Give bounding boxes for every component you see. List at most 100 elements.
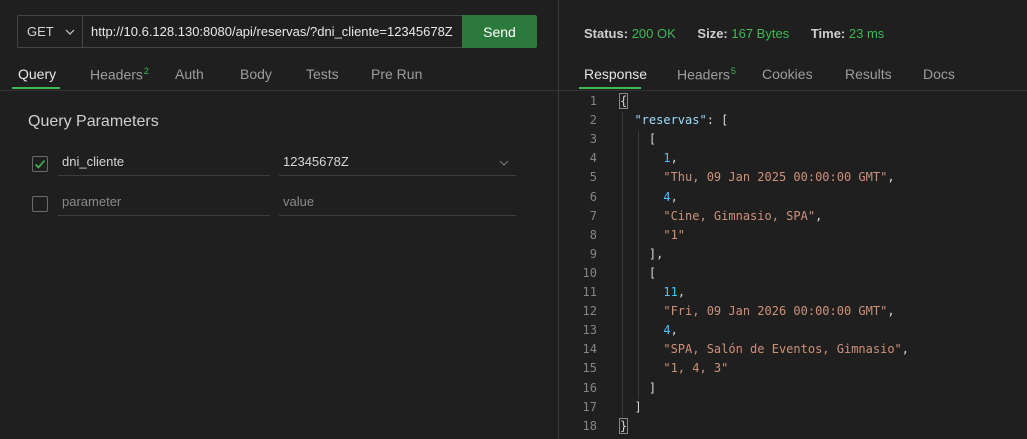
- code-line: 4 1,: [559, 149, 1027, 168]
- code-token: }: [618, 417, 629, 434]
- url-input[interactable]: http://10.6.128.130:8080/api/reservas/?d…: [82, 15, 463, 48]
- param-enabled-checkbox[interactable]: [32, 156, 48, 172]
- response-status-line: Status: 200 OK Size: 167 Bytes Time: 23 …: [584, 26, 884, 41]
- code-token: ,: [670, 189, 678, 204]
- tab-label: Docs: [923, 66, 955, 82]
- tab-badge: 5: [730, 66, 736, 76]
- size-value: 167 Bytes: [731, 26, 790, 41]
- tab-tests[interactable]: Tests: [306, 66, 339, 82]
- tab-label: Tests: [306, 66, 339, 82]
- code-text: 11,: [620, 285, 685, 299]
- tab-label: Response: [584, 66, 648, 82]
- code-line: 10 [: [559, 264, 1027, 283]
- code-token: ,: [670, 151, 678, 166]
- query-parameters-title: Query Parameters: [28, 113, 159, 130]
- method-label: GET: [27, 24, 54, 39]
- code-text: 4,: [620, 189, 678, 204]
- line-number: 12: [582, 304, 597, 319]
- chevron-down-icon: [65, 29, 75, 35]
- tab-body[interactable]: Body: [240, 66, 272, 82]
- line-number: 1: [589, 94, 597, 108]
- tab-docs[interactable]: Docs: [923, 66, 955, 82]
- code-token: "Thu, 09 Jan 2025 00:00:00 GMT": [663, 170, 888, 185]
- code-text: "Thu, 09 Jan 2025 00:00:00 GMT",: [620, 170, 894, 185]
- code-token: {: [618, 93, 629, 109]
- tab-response[interactable]: Response: [584, 66, 647, 82]
- param-name-field[interactable]: dni_cliente: [58, 148, 270, 176]
- status-value: 200 OK: [631, 26, 676, 41]
- code-token: "Fri, 09 Jan 2026 00:00:00 GMT": [663, 304, 888, 319]
- code-token: [: [620, 132, 657, 147]
- code-line: 14 "SPA, Salón de Eventos, Gimnasio",: [559, 340, 1027, 359]
- request-tabs: Query Headers2 Auth Body Tests Pre Run: [0, 60, 558, 91]
- code-line: 8 "1": [559, 226, 1027, 245]
- code-token: ],: [620, 246, 664, 261]
- code-token: 11: [663, 285, 678, 299]
- code-text: "reservas": [: [620, 113, 728, 127]
- code-text: "SPA, Salón de Eventos, Gimnasio",: [620, 342, 909, 356]
- code-token: 1: [663, 151, 671, 166]
- tab-label: Headers: [90, 66, 143, 83]
- tab-cookies[interactable]: Cookies: [762, 66, 813, 82]
- code-token: ]: [620, 399, 642, 414]
- method-select[interactable]: GET: [17, 15, 83, 48]
- code-text: "Cine, Gimnasio, SPA",: [620, 209, 822, 223]
- param-row: parameter value: [28, 188, 518, 220]
- tab-badge: 2: [143, 66, 149, 76]
- code-line: 16 ]: [559, 379, 1027, 398]
- code-line: 17 ]: [559, 398, 1027, 417]
- code-line: 2 "reservas": [: [559, 111, 1027, 130]
- line-number: 15: [582, 361, 597, 376]
- send-button[interactable]: Send: [462, 15, 537, 48]
- param-value-input[interactable]: value: [279, 188, 516, 216]
- code-line: 12 "Fri, 09 Jan 2026 00:00:00 GMT",: [559, 302, 1027, 321]
- code-text: ]: [620, 381, 656, 395]
- line-number: 16: [582, 380, 597, 395]
- tab-results[interactable]: Results: [845, 66, 892, 82]
- code-text: "Fri, 09 Jan 2026 00:00:00 GMT",: [620, 304, 895, 319]
- code-text: }: [618, 417, 629, 434]
- time-label: Time:: [810, 26, 846, 41]
- tab-pre-run[interactable]: Pre Run: [371, 66, 422, 82]
- active-tab-indicator: [579, 87, 641, 89]
- line-number: 3: [589, 132, 597, 147]
- code-text: 4,: [620, 323, 677, 337]
- url-text: http://10.6.128.130:8080/api/reservas/?d…: [91, 24, 453, 39]
- code-token: ,: [677, 285, 686, 299]
- code-token: 4: [663, 189, 671, 204]
- active-tab-indicator: [12, 87, 60, 89]
- line-number: 18: [582, 418, 597, 433]
- code-text: 1,: [620, 151, 678, 166]
- line-number: 17: [582, 399, 597, 414]
- code-token: "Cine, Gimnasio, SPA": [663, 208, 816, 223]
- code-line: 7 "Cine, Gimnasio, SPA",: [559, 207, 1027, 226]
- line-number: 9: [589, 246, 597, 261]
- line-number: 7: [589, 208, 597, 223]
- code-line: 6 4,: [559, 188, 1027, 207]
- code-text: [: [620, 266, 656, 280]
- code-token: ,: [887, 304, 895, 319]
- code-token: "1": [663, 227, 686, 242]
- code-line: 3 [: [559, 130, 1027, 149]
- param-value-field[interactable]: 12345678Z: [279, 148, 516, 176]
- tab-label: Cookies: [762, 66, 813, 82]
- tab-query[interactable]: Query: [18, 66, 56, 82]
- param-value-text: 12345678Z: [283, 154, 349, 169]
- tab-response-headers[interactable]: Headers5: [677, 66, 736, 83]
- code-text: ],: [620, 247, 663, 261]
- param-name-input[interactable]: parameter: [58, 188, 270, 216]
- tab-label: Headers: [677, 66, 730, 83]
- tab-auth[interactable]: Auth: [175, 66, 204, 82]
- code-text: "1, 4, 3": [620, 361, 728, 375]
- tab-headers[interactable]: Headers2: [90, 66, 149, 83]
- param-enabled-checkbox[interactable]: [32, 196, 48, 212]
- tab-label: Pre Run: [371, 66, 423, 82]
